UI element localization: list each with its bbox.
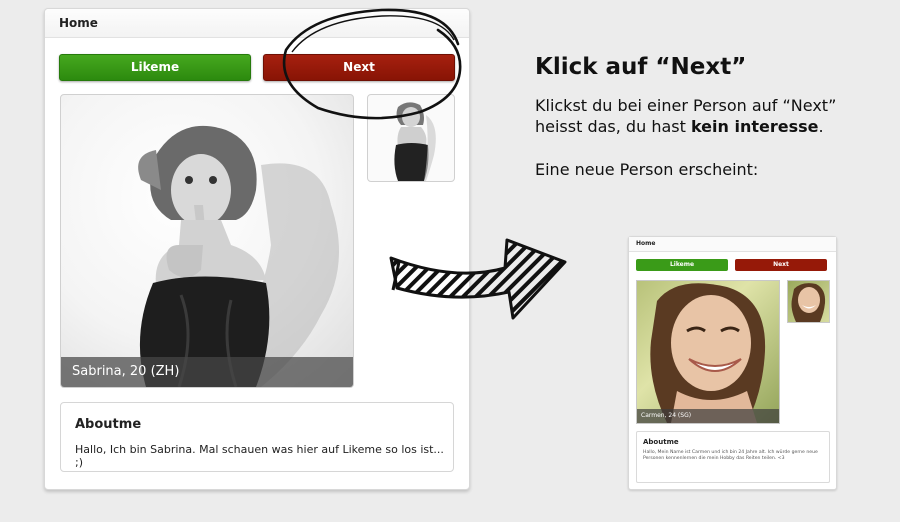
woman-portrait-image bbox=[138, 125, 339, 387]
arrow-right-icon bbox=[389, 238, 567, 320]
mini-about-text: Hallo, Mein Name ist Carmen und ich bin … bbox=[643, 450, 818, 461]
next-profile-card: Home Likeme Next Carmen, 24 (SG) Aboutme… bbox=[628, 236, 837, 490]
about-section: Aboutme Hallo, Ich bin Sabrina. Mal scha… bbox=[60, 402, 454, 472]
mini-next-button[interactable]: Next bbox=[735, 259, 827, 271]
mini-profile-photo[interactable]: Carmen, 24 (SG) bbox=[636, 280, 780, 424]
explanation-bold-text: kein interesse bbox=[690, 117, 819, 136]
mini-about-section: Aboutme Hallo, Mein Name ist Carmen und … bbox=[636, 431, 830, 483]
smiling-woman-image bbox=[650, 283, 766, 423]
smiling-woman-thumbnail bbox=[791, 283, 826, 322]
about-title: Aboutme bbox=[75, 417, 142, 432]
mini-photo-caption: Carmen, 24 (SG) bbox=[637, 409, 779, 423]
new-person-text: Eine neue Person erscheint: bbox=[535, 160, 759, 179]
explanation-text-end: . bbox=[818, 117, 824, 136]
explanation-paragraph: Klickst du bei einer Person auf “Next” h… bbox=[535, 95, 865, 137]
likeme-button[interactable]: Likeme bbox=[59, 54, 251, 81]
headline: Klick auf “Next” bbox=[535, 54, 747, 80]
highlight-circle-scribble bbox=[282, 8, 462, 120]
mini-about-title: Aboutme bbox=[643, 438, 679, 446]
mini-likeme-button[interactable]: Likeme bbox=[636, 259, 728, 271]
mini-profile-thumbnail[interactable] bbox=[787, 280, 830, 323]
mini-header-title[interactable]: Home bbox=[629, 237, 836, 252]
about-text: Hallo, Ich bin Sabrina. Mal schauen was … bbox=[75, 443, 444, 469]
profile-photo[interactable]: Sabrina, 20 (ZH) bbox=[60, 94, 354, 388]
photo-caption: Sabrina, 20 (ZH) bbox=[61, 357, 353, 387]
